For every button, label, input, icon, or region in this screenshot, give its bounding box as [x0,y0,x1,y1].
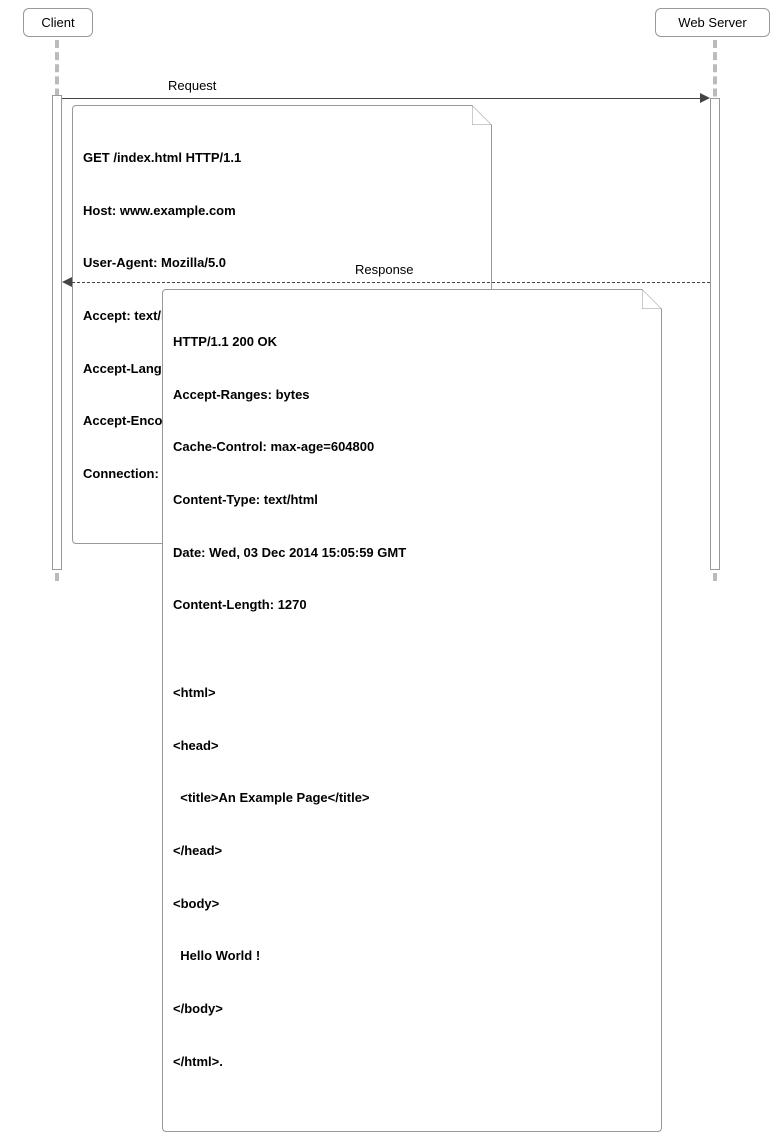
response-arrow [72,282,710,283]
response-line: Content-Type: text/html [173,491,651,509]
response-line: </body> [173,1000,651,1018]
response-line: <html> [173,684,651,702]
response-line: <title>An Example Page</title> [173,789,651,807]
response-line: <head> [173,737,651,755]
response-label: Response [355,262,414,277]
client-activation [52,95,62,570]
response-line: Accept-Ranges: bytes [173,386,651,404]
response-line: </head> [173,842,651,860]
response-line: </html>. [173,1053,651,1071]
response-line: Cache-Control: max-age=604800 [173,438,651,456]
response-line: Hello World ! [173,947,651,965]
request-arrow-head [700,93,710,103]
participant-server: Web Server [655,8,770,37]
response-line: Date: Wed, 03 Dec 2014 15:05:59 GMT [173,544,651,562]
note-fold-line-icon [472,105,492,125]
participant-client-label: Client [41,15,74,30]
request-line: Host: www.example.com [83,202,481,220]
response-line: Content-Length: 1270 [173,596,651,614]
note-fold-line-icon [642,289,662,309]
server-activation [710,98,720,570]
response-note: HTTP/1.1 200 OK Accept-Ranges: bytes Cac… [162,289,662,1132]
participant-client: Client [23,8,93,37]
request-label: Request [168,78,216,93]
request-line: User-Agent: Mozilla/5.0 [83,254,481,272]
response-line: HTTP/1.1 200 OK [173,333,651,351]
participant-server-label: Web Server [678,15,746,30]
response-line: <body> [173,895,651,913]
request-line: GET /index.html HTTP/1.1 [83,149,481,167]
request-arrow [62,98,700,99]
response-arrow-head [62,277,72,287]
